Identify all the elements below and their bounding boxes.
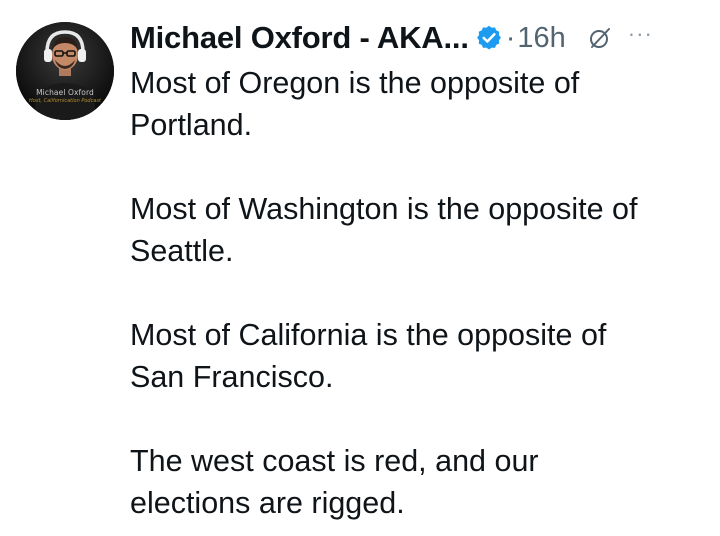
tweet-header: Michael Oxford - AKA... · 16h ··· xyxy=(130,14,653,62)
timestamp[interactable]: 16h xyxy=(517,22,565,55)
avatar-caption-name: Michael Oxford xyxy=(36,88,94,97)
verified-badge-icon[interactable] xyxy=(475,24,503,52)
tweet-line: Most of Oregon is the opposite of xyxy=(130,66,580,100)
tweet-text: Most of Oregon is the opposite of Portla… xyxy=(130,62,715,524)
tweet-line: Most of Washington is the opposite of xyxy=(130,192,638,226)
tweet-line: Seattle. xyxy=(130,234,234,268)
avatar-caption-subtitle: Host, Californication Podcast xyxy=(29,98,101,104)
more-options-icon[interactable]: ··· xyxy=(628,21,653,47)
tweet-line: San Francisco. xyxy=(130,360,334,394)
avatar[interactable]: Michael Oxford Host, Californication Pod… xyxy=(16,22,114,120)
tweet-paragraph: Most of California is the opposite of Sa… xyxy=(130,314,715,398)
grok-icon[interactable] xyxy=(588,26,612,50)
tweet-line: Most of California is the opposite of xyxy=(130,318,607,352)
author-display-name[interactable]: Michael Oxford - AKA... xyxy=(130,20,469,56)
tweet-card: Michael Oxford Host, Californication Pod… xyxy=(0,0,720,536)
tweet-line: elections are rigged. xyxy=(130,486,405,520)
tweet-paragraph: Most of Oregon is the opposite of Portla… xyxy=(130,62,715,146)
tweet-paragraph: The west coast is red, and our elections… xyxy=(130,440,715,524)
meta-separator: · xyxy=(505,21,516,54)
tweet-paragraph: Most of Washington is the opposite of Se… xyxy=(130,188,715,272)
tweet-line: The west coast is red, and our xyxy=(130,444,539,478)
tweet-line: Portland. xyxy=(130,108,253,142)
avatar-portrait xyxy=(16,22,114,120)
